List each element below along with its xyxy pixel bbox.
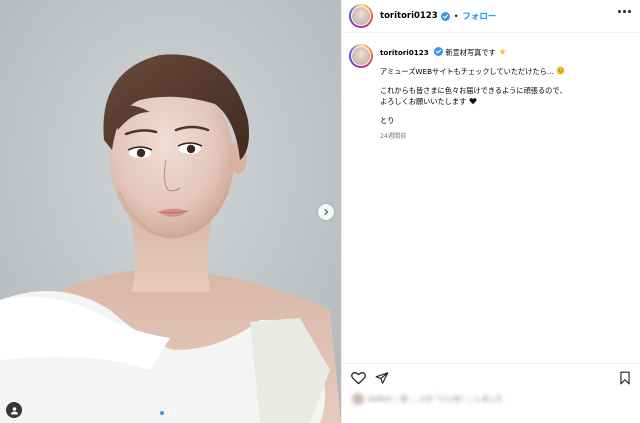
paper-plane-icon[interactable]: [375, 371, 389, 385]
likes-text: toritori... 他 ... 人が「いいね！」しました: [368, 395, 503, 403]
carousel-dot: [174, 411, 178, 415]
caption-username[interactable]: toritori0123: [380, 48, 429, 57]
carousel-next-button[interactable]: [318, 204, 334, 220]
carousel-dot: [160, 411, 164, 415]
header-separator: •: [453, 11, 459, 21]
black-heart-icon: [469, 98, 477, 105]
verified-badge-icon: [434, 47, 444, 56]
action-bar: [342, 363, 640, 391]
smile-emoji-icon: [556, 66, 565, 75]
post-side-panel: toritori0123 • フォロー toritori0123 新宣材写真です: [341, 0, 640, 423]
caption-text: 新宣材写真です: [445, 48, 496, 57]
post-timestamp[interactable]: 24週間前: [380, 131, 566, 142]
header-username[interactable]: toritori0123: [380, 11, 438, 21]
follow-button[interactable]: フォロー: [462, 10, 496, 22]
carousel-dot: [167, 411, 171, 415]
user-tag-icon: [10, 406, 18, 414]
caption-text: アミューズWEBサイトもチェックしていただけたら…: [380, 67, 554, 76]
carousel-indicator: [160, 411, 178, 415]
post-header: toritori0123 • フォロー: [342, 0, 640, 33]
pointing-hand-emoji-icon: [498, 47, 507, 56]
avatar[interactable]: [349, 4, 373, 28]
user-tag-button[interactable]: [6, 402, 22, 418]
caption-text: これからも皆さまに色々お届けできるように頑張るので、: [380, 86, 567, 95]
verified-badge-icon: [440, 11, 450, 21]
caption-avatar[interactable]: [349, 44, 373, 68]
caption-signature: とり: [380, 116, 395, 125]
likes-summary[interactable]: toritori... 他 ... 人が「いいね！」しました: [352, 392, 632, 406]
more-options-icon[interactable]: [618, 10, 631, 13]
portrait-image: [0, 0, 341, 423]
chevron-right-icon: [324, 208, 329, 216]
heart-icon[interactable]: [351, 371, 366, 385]
liker-avatar: [352, 393, 364, 405]
post-caption: toritori0123 新宣材写真です アミューズWEBサイトもチェックしてい…: [349, 44, 634, 142]
caption-text: よろしくお願いいたします: [380, 97, 467, 106]
post-photo[interactable]: [0, 0, 341, 423]
bookmark-icon[interactable]: [619, 371, 631, 385]
